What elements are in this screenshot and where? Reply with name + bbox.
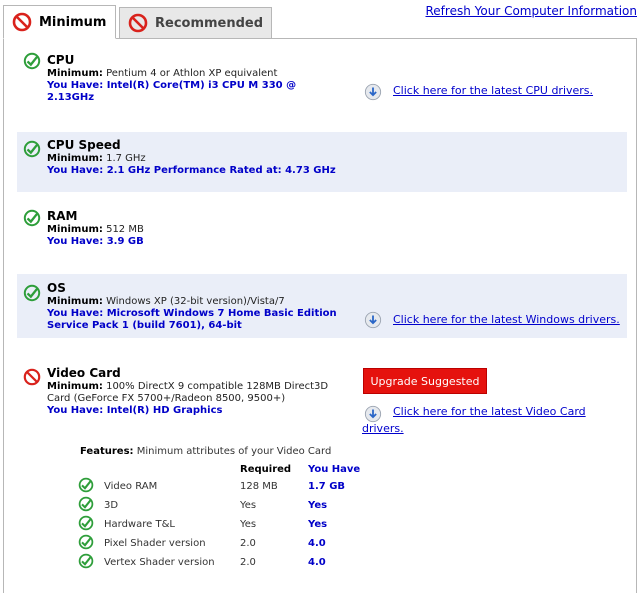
- feature-you-have: Yes: [308, 500, 328, 511]
- tab-minimum[interactable]: Minimum: [3, 5, 116, 39]
- ram-row: RAM Minimum: 512 MB You Have: 3.9 GB: [17, 207, 627, 257]
- check-circle-icon: [78, 477, 94, 493]
- refresh-info-link[interactable]: Refresh Your Computer Information: [426, 4, 638, 18]
- col-you-have: You Have: [308, 464, 361, 475]
- check-circle-icon: [23, 209, 41, 227]
- feature-required: 128 MB: [240, 481, 278, 492]
- video-card-row: Video Card Minimum: 100% DirectX 9 compa…: [17, 364, 627, 444]
- feature-you-have: Yes: [308, 519, 328, 530]
- cpu-you-have: You Have: Intel(R) Core(TM) i3 CPU M 330…: [47, 80, 297, 103]
- no-entry-icon: [12, 12, 32, 32]
- ram-title: RAM: [47, 209, 78, 223]
- feature-row: Vertex Shader version 2.0 4.0: [78, 553, 364, 572]
- cpu-speed-you-have: You Have: 2.1 GHz Performance Rated at: …: [47, 165, 336, 176]
- cpu-row: CPU Minimum: Pentium 4 or Athlon XP equi…: [17, 50, 627, 110]
- cpu-title: CPU: [47, 53, 75, 67]
- feature-name: Hardware T&L: [104, 519, 175, 530]
- cpu-speed-title: CPU Speed: [47, 138, 121, 152]
- cpu-speed-minimum: Minimum: 1.7 GHz: [47, 153, 146, 164]
- os-row: OS Minimum: Windows XP (32-bit version)/…: [17, 274, 627, 338]
- features-table: Required You Have Video RAM 128 MB 1.7 GB 3…: [78, 462, 364, 572]
- cpu-speed-row: CPU Speed Minimum: 1.7 GHz You Have: 2.1…: [17, 132, 627, 192]
- feature-you-have: 1.7 GB: [308, 481, 346, 492]
- col-required: Required: [240, 464, 292, 475]
- no-entry-icon: [23, 368, 41, 386]
- feature-name: 3D: [104, 500, 119, 511]
- feature-row: 3D Yes Yes: [78, 496, 364, 515]
- upgrade-suggested-button[interactable]: Upgrade Suggested: [363, 368, 487, 394]
- tab-minimum-label: Minimum: [39, 14, 107, 30]
- download-disc-icon: [364, 83, 382, 101]
- ram-you-have: You Have: 3.9 GB: [47, 236, 144, 247]
- feature-you-have: 4.0: [308, 538, 326, 549]
- check-circle-icon: [23, 140, 41, 158]
- os-you-have: You Have: Microsoft Windows 7 Home Basic…: [47, 308, 337, 331]
- feature-you-have: 4.0: [308, 557, 326, 568]
- feature-required: 2.0: [240, 538, 256, 549]
- download-disc-icon: [364, 405, 382, 423]
- feature-row: Video RAM 128 MB 1.7 GB: [78, 477, 364, 496]
- os-title: OS: [47, 281, 66, 295]
- tab-recommended-label: Recommended: [155, 15, 264, 31]
- ram-minimum: Minimum: 512 MB: [47, 224, 144, 235]
- download-disc-icon: [364, 311, 382, 329]
- video-card-minimum: Minimum: 100% DirectX 9 compatible 128MB…: [47, 381, 329, 404]
- check-circle-icon: [78, 515, 94, 531]
- video-driver-link-cont[interactable]: drivers.: [362, 422, 404, 435]
- video-card-title: Video Card: [47, 366, 121, 380]
- feature-name: Vertex Shader version: [104, 557, 215, 568]
- os-minimum: Minimum: Windows XP (32-bit version)/Vis…: [47, 296, 285, 307]
- features-label: Features: Minimum attributes of your Vid…: [80, 446, 332, 457]
- tab-recommended[interactable]: Recommended: [119, 7, 272, 38]
- feature-name: Video RAM: [104, 481, 158, 492]
- cpu-driver-link[interactable]: Click here for the latest CPU drivers.: [393, 84, 593, 97]
- cpu-minimum: Minimum: Pentium 4 or Athlon XP equivale…: [47, 68, 278, 79]
- feature-row: Pixel Shader version 2.0 4.0: [78, 534, 364, 553]
- no-entry-icon: [128, 13, 148, 33]
- check-circle-icon: [78, 534, 94, 550]
- check-circle-icon: [23, 284, 41, 302]
- check-circle-icon: [23, 52, 41, 70]
- feature-required: Yes: [240, 500, 257, 511]
- check-circle-icon: [78, 496, 94, 512]
- video-driver-link[interactable]: Click here for the latest Video Card: [393, 405, 586, 418]
- feature-row: Hardware T&L Yes Yes: [78, 515, 364, 534]
- feature-name: Pixel Shader version: [104, 538, 206, 549]
- feature-required: 2.0: [240, 557, 256, 568]
- video-card-you-have: You Have: Intel(R) HD Graphics: [47, 405, 223, 416]
- os-driver-link[interactable]: Click here for the latest Windows driver…: [393, 313, 620, 326]
- feature-required: Yes: [240, 519, 257, 530]
- check-circle-icon: [78, 553, 94, 569]
